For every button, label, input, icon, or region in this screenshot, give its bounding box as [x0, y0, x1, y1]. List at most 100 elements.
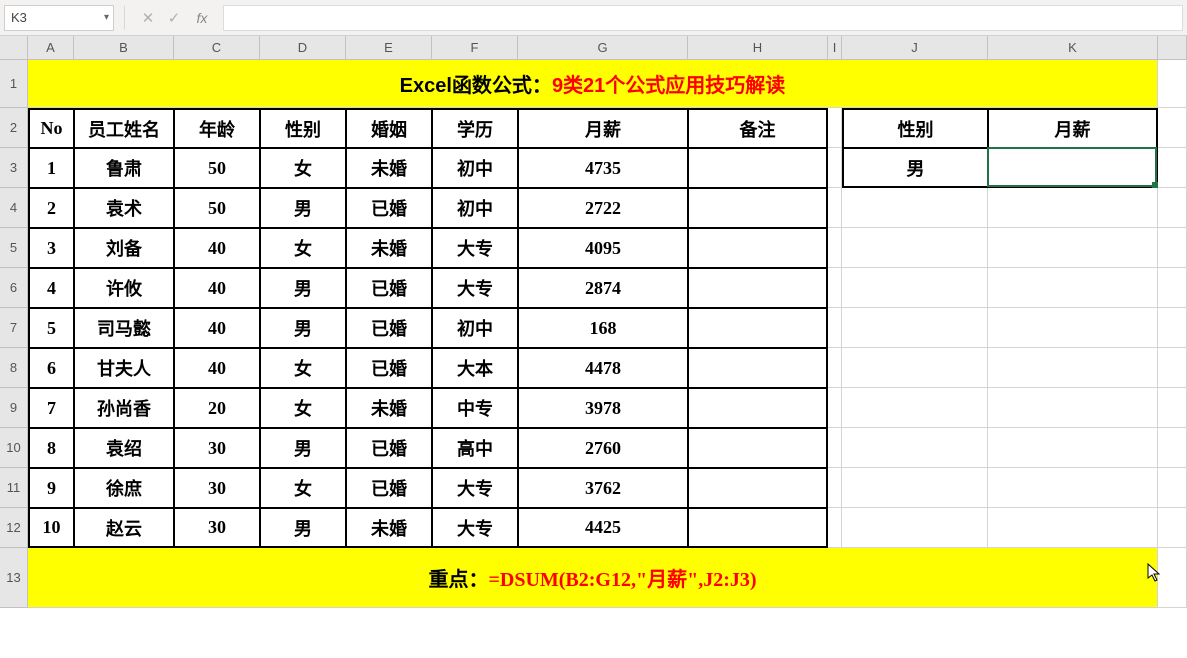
cell-gender[interactable]: 女 [260, 348, 346, 388]
criteria-gender-label[interactable]: 性别 [842, 108, 988, 148]
formula-input[interactable] [223, 5, 1183, 31]
cell-marriage[interactable]: 已婚 [346, 468, 432, 508]
cell-remark[interactable] [688, 148, 828, 188]
col-header[interactable]: B [74, 36, 174, 60]
cell-marriage[interactable]: 未婚 [346, 388, 432, 428]
row-header[interactable]: 6 [0, 268, 28, 308]
cell-salary[interactable]: 3762 [518, 468, 688, 508]
row-header[interactable]: 4 [0, 188, 28, 228]
row-header[interactable]: 13 [0, 548, 28, 608]
cell[interactable] [828, 508, 842, 548]
cell-no[interactable]: 3 [28, 228, 74, 268]
cell-age[interactable]: 50 [174, 188, 260, 228]
col-header[interactable]: D [260, 36, 346, 60]
cell-marriage[interactable]: 未婚 [346, 148, 432, 188]
cell-salary[interactable]: 168 [518, 308, 688, 348]
criteria-gender-value[interactable]: 男 [842, 148, 988, 188]
col-header[interactable]: F [432, 36, 518, 60]
cell-edu[interactable]: 大专 [432, 228, 518, 268]
cell-age[interactable]: 40 [174, 228, 260, 268]
cell-gender[interactable]: 男 [260, 268, 346, 308]
cell[interactable] [988, 388, 1158, 428]
col-header[interactable]: C [174, 36, 260, 60]
row-header[interactable]: 10 [0, 428, 28, 468]
cell-edu[interactable]: 大专 [432, 468, 518, 508]
cell[interactable] [1158, 348, 1187, 388]
criteria-salary-value[interactable] [988, 148, 1158, 188]
cell-gender[interactable]: 男 [260, 188, 346, 228]
cell-name[interactable]: 甘夫人 [74, 348, 174, 388]
cell-no[interactable]: 8 [28, 428, 74, 468]
cell-salary[interactable]: 3978 [518, 388, 688, 428]
cell[interactable] [842, 388, 988, 428]
cell-edu[interactable]: 初中 [432, 308, 518, 348]
cell-salary[interactable]: 4478 [518, 348, 688, 388]
cell-marriage[interactable]: 未婚 [346, 508, 432, 548]
cell[interactable] [1158, 388, 1187, 428]
cell-name[interactable]: 徐庶 [74, 468, 174, 508]
cell[interactable] [1158, 508, 1187, 548]
cell[interactable] [988, 508, 1158, 548]
cell-gender[interactable]: 男 [260, 428, 346, 468]
cell-age[interactable]: 40 [174, 268, 260, 308]
header-age[interactable]: 年龄 [174, 108, 260, 148]
row-header[interactable]: 7 [0, 308, 28, 348]
cell[interactable] [828, 348, 842, 388]
cell-gender[interactable]: 女 [260, 228, 346, 268]
cell-no[interactable]: 2 [28, 188, 74, 228]
cell-marriage[interactable]: 已婚 [346, 428, 432, 468]
cell-gender[interactable]: 女 [260, 388, 346, 428]
cell[interactable] [1158, 228, 1187, 268]
col-header[interactable]: K [988, 36, 1158, 60]
cell-salary[interactable]: 2722 [518, 188, 688, 228]
cell-marriage[interactable]: 已婚 [346, 188, 432, 228]
cell-edu[interactable]: 高中 [432, 428, 518, 468]
cell[interactable] [828, 268, 842, 308]
cell[interactable] [1158, 108, 1187, 148]
header-no[interactable]: No [28, 108, 74, 148]
cell[interactable] [1158, 60, 1187, 108]
cell-remark[interactable] [688, 228, 828, 268]
cell-name[interactable]: 许攸 [74, 268, 174, 308]
row-header[interactable]: 5 [0, 228, 28, 268]
cell-edu[interactable]: 大专 [432, 508, 518, 548]
header-gender[interactable]: 性别 [260, 108, 346, 148]
row-header[interactable]: 2 [0, 108, 28, 148]
cell[interactable] [1158, 468, 1187, 508]
cell[interactable] [988, 268, 1158, 308]
col-header[interactable]: I [828, 36, 842, 60]
row-header[interactable]: 3 [0, 148, 28, 188]
cell[interactable] [842, 268, 988, 308]
cell-no[interactable]: 6 [28, 348, 74, 388]
cell[interactable] [842, 188, 988, 228]
cell-no[interactable]: 1 [28, 148, 74, 188]
cell-age[interactable]: 30 [174, 428, 260, 468]
cell-edu[interactable]: 中专 [432, 388, 518, 428]
cell-age[interactable]: 30 [174, 508, 260, 548]
cell-name[interactable]: 袁绍 [74, 428, 174, 468]
cell-edu[interactable]: 初中 [432, 188, 518, 228]
cell[interactable] [842, 308, 988, 348]
cell[interactable] [828, 148, 842, 188]
cell-edu[interactable]: 大专 [432, 268, 518, 308]
cell-remark[interactable] [688, 428, 828, 468]
cell[interactable] [828, 428, 842, 468]
cell-age[interactable]: 50 [174, 148, 260, 188]
col-header[interactable]: J [842, 36, 988, 60]
col-header[interactable]: E [346, 36, 432, 60]
cell[interactable] [842, 228, 988, 268]
cell[interactable] [828, 188, 842, 228]
criteria-salary-label[interactable]: 月薪 [988, 108, 1158, 148]
cell-remark[interactable] [688, 188, 828, 228]
spreadsheet-grid[interactable]: A B C D E F G H I J K 1 Excel函数公式： 9类21个… [0, 36, 1187, 608]
cell-edu[interactable]: 大本 [432, 348, 518, 388]
row-header[interactable]: 11 [0, 468, 28, 508]
header-edu[interactable]: 学历 [432, 108, 518, 148]
cell-remark[interactable] [688, 308, 828, 348]
cell[interactable] [988, 188, 1158, 228]
cell[interactable] [842, 468, 988, 508]
select-all-corner[interactable] [0, 36, 28, 60]
cell-remark[interactable] [688, 348, 828, 388]
col-header[interactable]: G [518, 36, 688, 60]
header-marriage[interactable]: 婚姻 [346, 108, 432, 148]
